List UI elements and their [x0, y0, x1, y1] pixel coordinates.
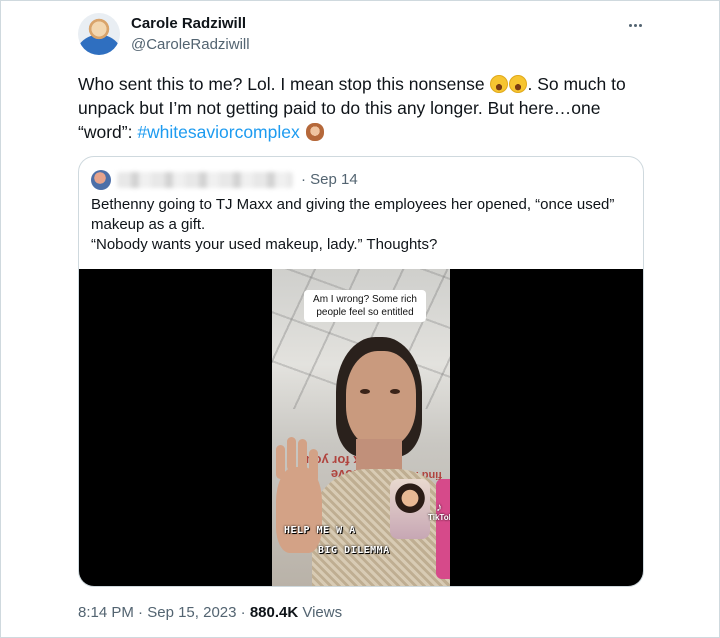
- author-avatar[interactable]: [78, 13, 120, 55]
- quoted-tweet[interactable]: · Sep 14 Bethenny going to TJ Maxx and g…: [78, 156, 644, 587]
- hashtag-link[interactable]: #whitesaviorcomplex: [137, 122, 299, 142]
- quoted-author-avatar[interactable]: [91, 170, 111, 190]
- quoted-tweet-text: Bethenny going to TJ Maxx and giving the…: [91, 195, 636, 255]
- caption-line-2: BIG DILEMMA: [318, 545, 390, 556]
- more-horizontal-icon: [628, 23, 632, 27]
- laughing-emoji-icon: [490, 75, 509, 93]
- tiktok-watermark: ♪ TikTok: [428, 501, 450, 522]
- laughing-emoji-icon: [509, 75, 528, 93]
- video-overlay-text: Am I wrong? Some rich people feel so ent…: [304, 290, 426, 322]
- quoted-text-line-1: Bethenny going to TJ Maxx and giving the…: [91, 196, 615, 233]
- tweet-date[interactable]: Sep 15, 2023: [147, 604, 236, 621]
- person-face: [346, 351, 416, 447]
- quoted-author-name-blurred: [117, 172, 293, 188]
- tweet-meta: 8:14 PM · Sep 15, 2023 · 880.4K Views: [78, 604, 342, 621]
- more-horizontal-icon-dot: [633, 23, 637, 27]
- tweet-card: Carole Radziwill @CaroleRadziwill Who se…: [0, 0, 720, 638]
- tweet-text-part-1: Who sent this to me? Lol. I mean stop th…: [78, 74, 490, 94]
- video-player[interactable]: you lovework for you. find it: [79, 269, 643, 586]
- more-horizontal-icon-dot: [638, 23, 642, 27]
- eye: [360, 389, 370, 394]
- see-no-evil-monkey-icon: [305, 123, 324, 141]
- author-handle[interactable]: @CaroleRadziwill: [131, 36, 250, 53]
- finger: [287, 437, 296, 471]
- finger: [309, 449, 318, 483]
- author-name[interactable]: Carole Radziwill: [131, 15, 246, 32]
- video-frame[interactable]: you lovework for you. find it: [272, 269, 450, 586]
- tiktok-icon: ♪: [436, 500, 442, 514]
- more-options-button[interactable]: [623, 13, 647, 37]
- quoted-date-text: Sep 14: [310, 171, 358, 188]
- pink-garment: [436, 479, 450, 579]
- finger: [276, 445, 285, 479]
- tweet-text: Who sent this to me? Lol. I mean stop th…: [78, 72, 638, 144]
- views-count[interactable]: 880.4K: [250, 604, 298, 621]
- caption-line-1: HELP ME W A: [284, 525, 356, 536]
- quoted-text-line-2: “Nobody wants your used makeup, lady.” T…: [91, 236, 438, 253]
- separator: ·: [138, 604, 144, 621]
- views-label: Views: [302, 604, 343, 621]
- tiktok-label: TikTok: [428, 513, 450, 522]
- quoted-tweet-date[interactable]: · Sep 14: [301, 171, 358, 188]
- video-caption: HELP ME W A BIG DILEMMA: [284, 521, 414, 561]
- finger: [298, 439, 307, 473]
- eye: [390, 389, 400, 394]
- separator: ·: [240, 604, 246, 621]
- tweet-time[interactable]: 8:14 PM: [78, 604, 134, 621]
